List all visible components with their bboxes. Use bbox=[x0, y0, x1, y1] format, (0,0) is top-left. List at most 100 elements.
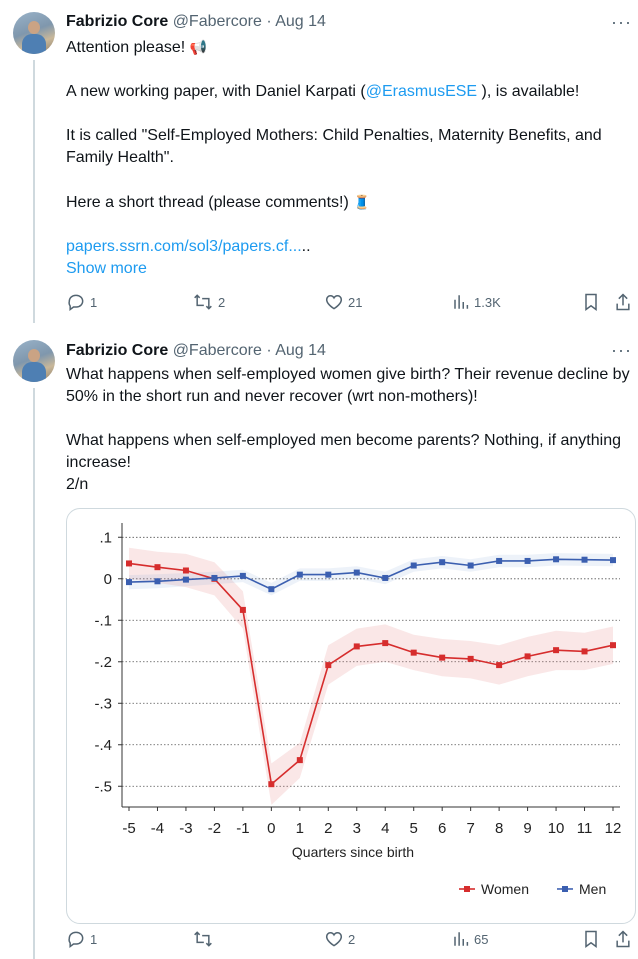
heart-icon bbox=[325, 931, 343, 947]
legend-marker bbox=[464, 886, 470, 892]
show-more-link[interactable]: Show more bbox=[66, 260, 147, 277]
thread-line bbox=[33, 388, 35, 959]
data-point bbox=[154, 578, 161, 585]
bookmark-button[interactable] bbox=[582, 291, 600, 313]
data-point bbox=[410, 649, 417, 656]
x-tick-label: 4 bbox=[381, 820, 389, 837]
data-point bbox=[268, 781, 275, 788]
share-icon bbox=[616, 930, 630, 948]
data-point bbox=[553, 556, 560, 563]
avatar[interactable] bbox=[13, 12, 55, 54]
data-point bbox=[268, 586, 275, 593]
analytics-icon bbox=[454, 295, 469, 309]
tweet-text-line: A new working paper, with Daniel Karpati… bbox=[66, 83, 366, 100]
mention-link[interactable]: @ErasmusESE bbox=[366, 83, 477, 100]
data-point bbox=[553, 647, 560, 654]
tweet-header: Fabrizio Core @Fabercore · Aug 14 bbox=[66, 341, 326, 361]
author-name[interactable]: Fabrizio Core bbox=[66, 342, 168, 359]
y-tick-label: -.1 bbox=[94, 612, 112, 629]
share-icon bbox=[616, 293, 630, 311]
tweet-text-line: What happens when self-employed men beco… bbox=[66, 432, 621, 471]
like-count: 2 bbox=[348, 931, 356, 947]
x-tick-label: -4 bbox=[151, 820, 164, 837]
separator: · bbox=[266, 342, 272, 359]
author-handle[interactable]: @Fabercore bbox=[173, 342, 262, 359]
data-point bbox=[325, 662, 332, 669]
data-point bbox=[182, 576, 189, 583]
data-point bbox=[524, 653, 531, 660]
data-point bbox=[410, 562, 417, 569]
x-tick-label: 12 bbox=[605, 820, 622, 837]
x-tick-label: 8 bbox=[495, 820, 503, 837]
data-point bbox=[496, 557, 503, 564]
like-button[interactable]: 2 bbox=[324, 928, 355, 950]
share-button[interactable] bbox=[614, 291, 632, 313]
y-tick-label: -.5 bbox=[94, 778, 112, 795]
data-point bbox=[126, 579, 132, 586]
retweet-icon bbox=[194, 931, 212, 947]
author-name[interactable]: Fabrizio Core bbox=[66, 13, 168, 30]
analytics-icon bbox=[454, 932, 469, 946]
reply-icon bbox=[68, 931, 84, 948]
x-tick-label: 3 bbox=[353, 820, 361, 837]
data-point bbox=[439, 654, 446, 661]
paper-link[interactable]: papers.ssrn.com/sol3/papers.cf... bbox=[66, 238, 302, 255]
legend-label: Men bbox=[579, 881, 606, 897]
y-tick-label: .1 bbox=[99, 529, 112, 546]
reply-count: 1 bbox=[90, 294, 98, 310]
data-point bbox=[154, 564, 161, 571]
data-point bbox=[610, 642, 616, 649]
reply-button[interactable]: 1 bbox=[66, 928, 97, 950]
views-button[interactable]: 65 bbox=[452, 928, 488, 950]
author-handle[interactable]: @Fabercore bbox=[173, 13, 262, 30]
chart-image[interactable]: .1 0 -.1 -.2 -.3 -.4 -.5 -5 -4 -3 -2 -1 0 1 2 3 4 5 6 7 8 9 10… bbox=[66, 508, 636, 924]
reply-count: 1 bbox=[90, 931, 98, 947]
data-point bbox=[239, 606, 246, 613]
legend-marker bbox=[562, 886, 568, 892]
like-count: 21 bbox=[348, 294, 363, 310]
data-point bbox=[610, 557, 616, 564]
legend-label: Women bbox=[481, 881, 529, 897]
tweet-date[interactable]: Aug 14 bbox=[275, 13, 326, 30]
data-point bbox=[581, 648, 588, 655]
reply-button[interactable]: 1 bbox=[66, 291, 97, 313]
data-point bbox=[496, 662, 503, 669]
data-point bbox=[239, 572, 246, 579]
retweet-count: 2 bbox=[218, 294, 226, 310]
tweet-text: Attention please! 📢 A new working paper,… bbox=[66, 36, 626, 280]
heart-icon bbox=[325, 294, 343, 310]
x-axis-label: Quarters since birth bbox=[292, 844, 414, 860]
thread-spool-icon: 🧵 bbox=[353, 194, 371, 210]
data-point bbox=[382, 640, 389, 647]
tweet-text-line: It is called "Self-Employed Mothers: Chi… bbox=[66, 127, 602, 166]
x-tick-label: 6 bbox=[438, 820, 446, 837]
data-point bbox=[467, 562, 474, 569]
more-options-icon[interactable]: ··· bbox=[611, 13, 632, 31]
y-tick-label: 0 bbox=[104, 571, 112, 588]
tweet-actions: 1 2 65 bbox=[66, 928, 632, 950]
x-tick-label: 0 bbox=[267, 820, 275, 837]
data-point bbox=[296, 757, 303, 764]
like-button[interactable]: 21 bbox=[324, 291, 362, 313]
views-button[interactable]: 1.3K bbox=[452, 291, 501, 313]
more-options-icon[interactable]: ··· bbox=[611, 341, 632, 359]
x-tick-label: 1 bbox=[296, 820, 304, 837]
avatar[interactable] bbox=[13, 340, 55, 382]
tweet-text-line: Attention please! bbox=[66, 39, 190, 56]
x-tick-label: 5 bbox=[410, 820, 418, 837]
tweet-text-line: ), is available! bbox=[477, 83, 580, 100]
data-point bbox=[467, 655, 474, 662]
retweet-icon bbox=[194, 294, 212, 310]
tweet-date[interactable]: Aug 14 bbox=[275, 342, 326, 359]
x-tick-label: -2 bbox=[208, 820, 221, 837]
series-line bbox=[128, 562, 614, 786]
retweet-button[interactable] bbox=[192, 928, 218, 950]
link-ellipsis: .. bbox=[301, 238, 311, 255]
share-button[interactable] bbox=[614, 928, 632, 950]
bookmark-icon bbox=[585, 293, 597, 311]
tweet-header: Fabrizio Core @Fabercore · Aug 14 bbox=[66, 12, 326, 32]
retweet-button[interactable]: 2 bbox=[192, 291, 225, 313]
bookmark-button[interactable] bbox=[582, 928, 600, 950]
tweet-text-line: Here a short thread (please comments!) bbox=[66, 194, 354, 211]
view-count: 65 bbox=[474, 931, 489, 947]
